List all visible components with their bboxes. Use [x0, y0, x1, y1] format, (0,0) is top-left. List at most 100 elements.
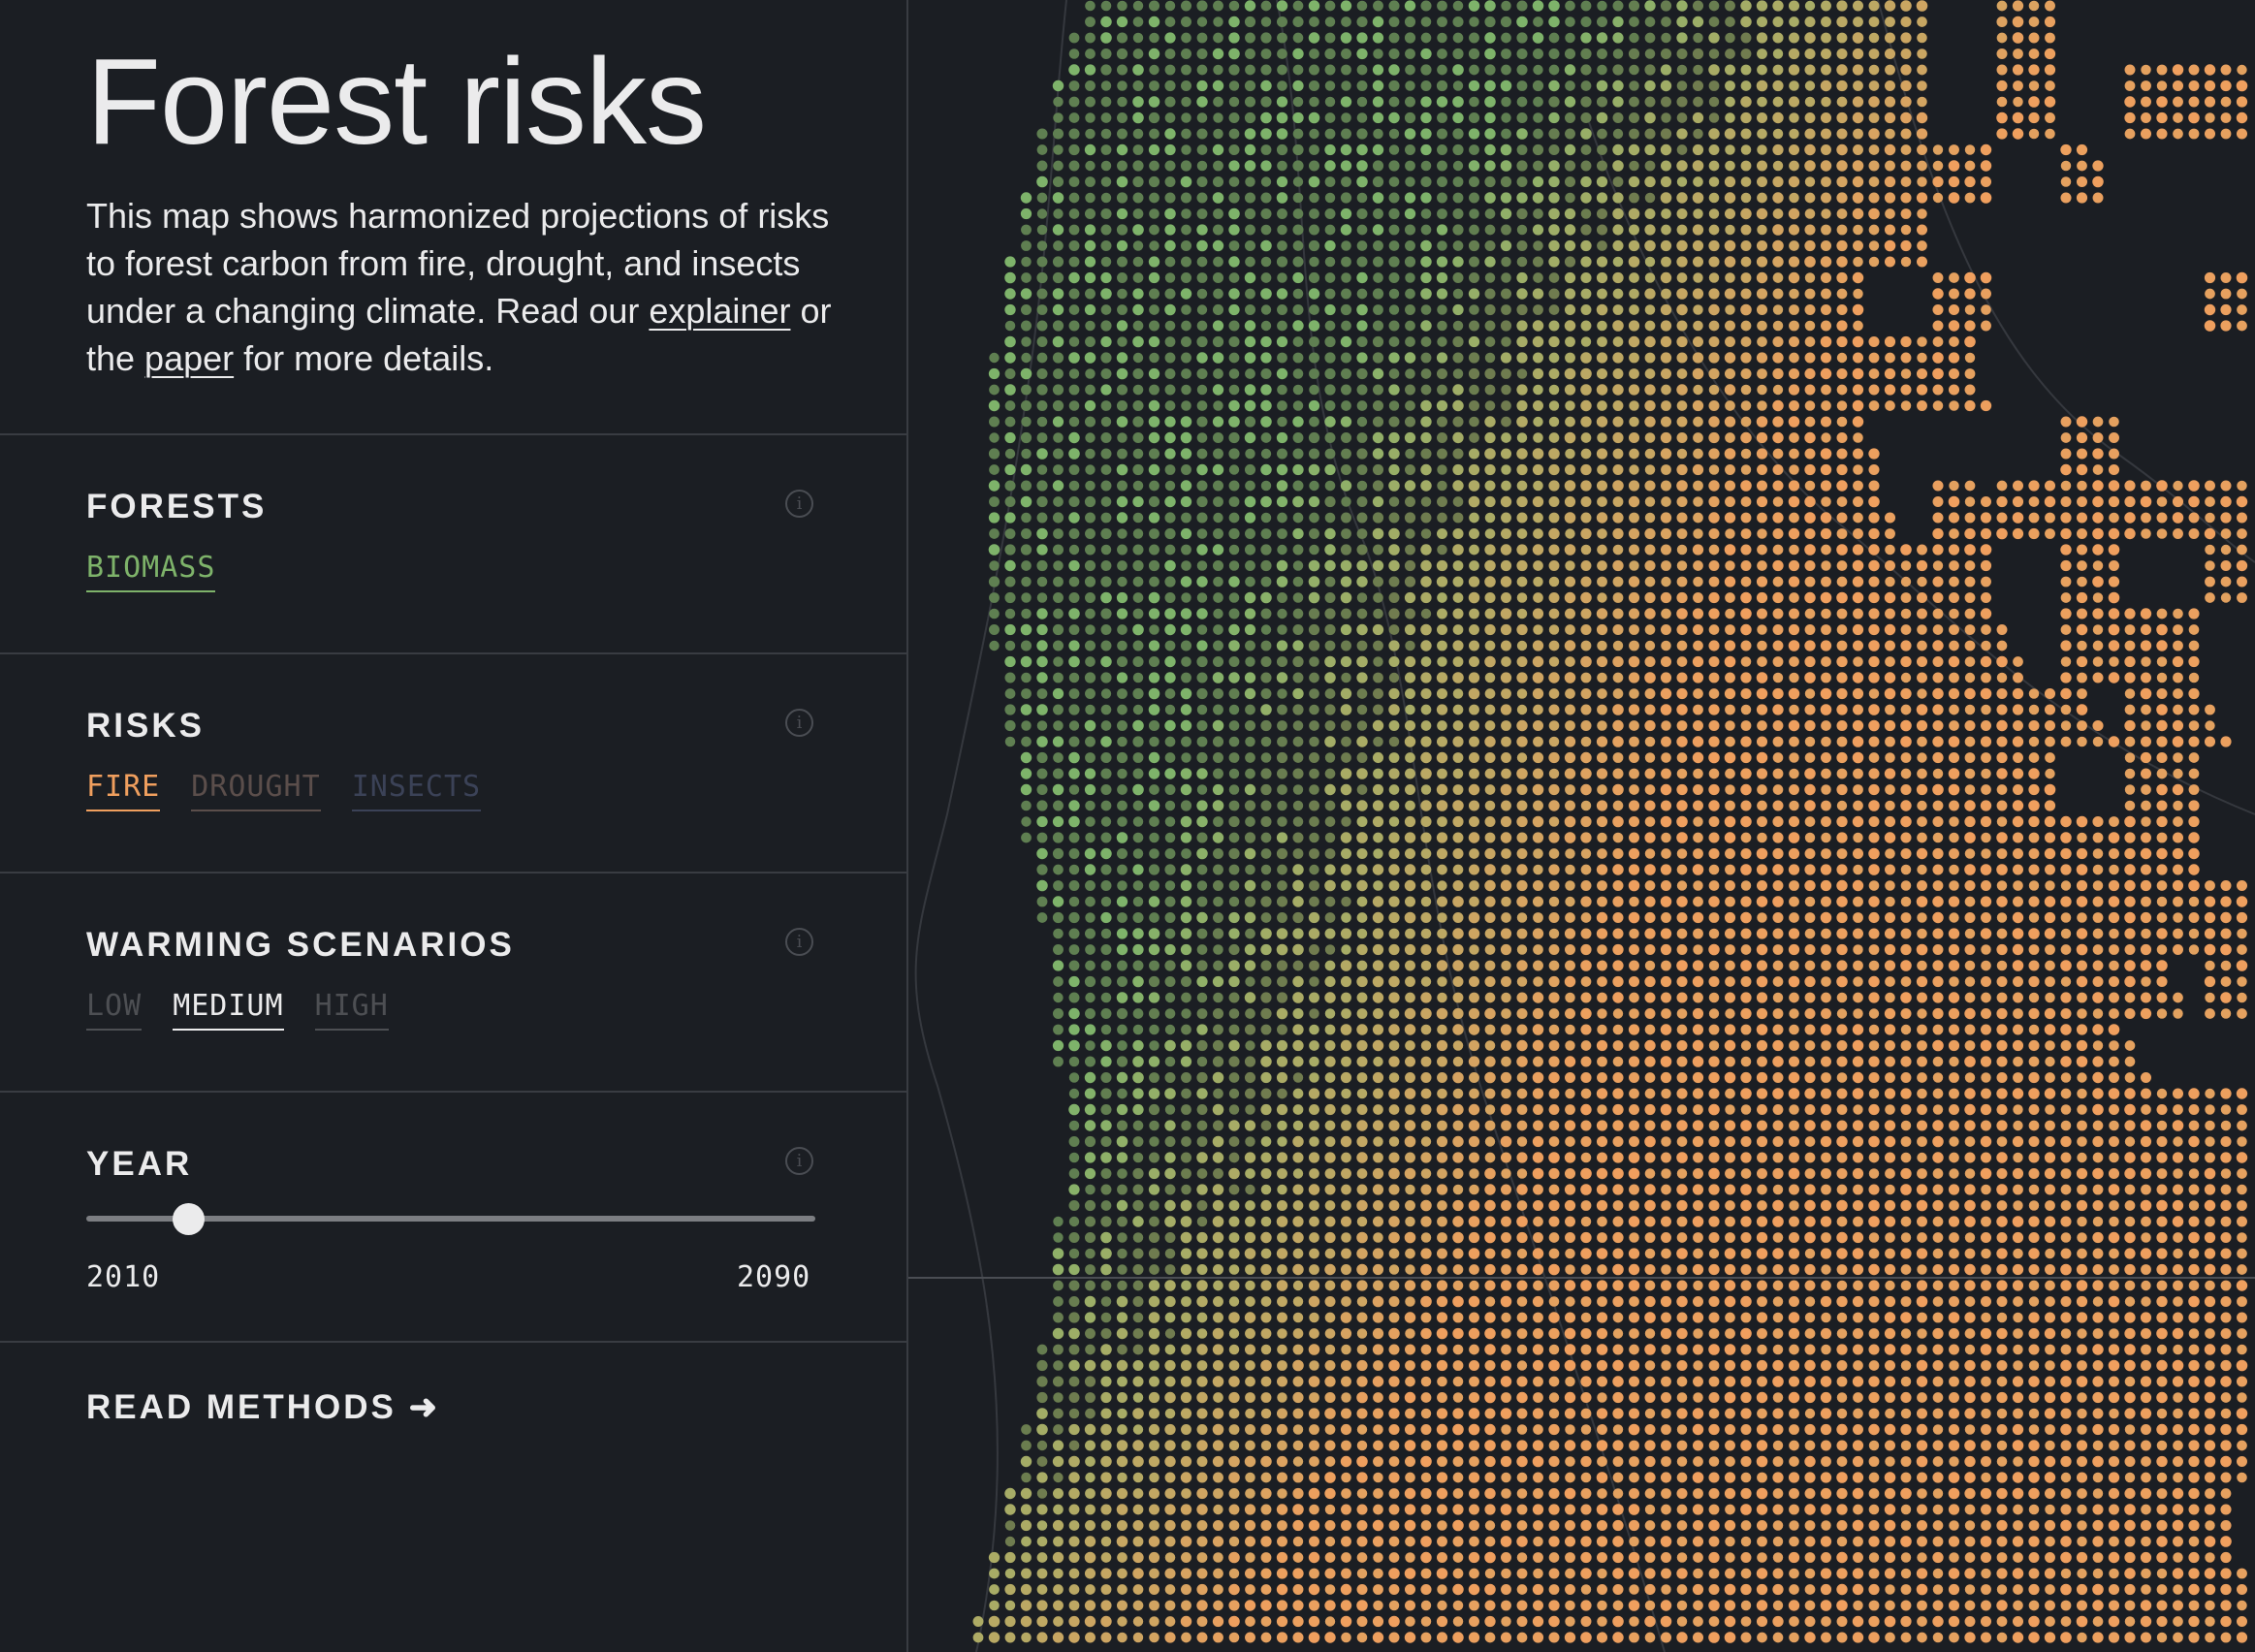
map-dot — [1068, 448, 1080, 460]
map-dot — [2028, 1007, 2040, 1020]
map-dot — [1260, 704, 1272, 715]
map-dot — [1884, 175, 1896, 188]
map-dot — [1164, 207, 1176, 220]
map-dot — [1468, 591, 1480, 604]
map-dot — [1580, 0, 1592, 12]
map-dot — [1500, 559, 1512, 572]
map-dot — [1757, 528, 1767, 539]
map-dot — [1532, 335, 1544, 348]
map-dot — [1501, 752, 1511, 763]
map-dot — [1885, 1056, 1895, 1067]
map-dot — [1628, 879, 1640, 892]
year-info-icon[interactable]: i — [785, 1147, 813, 1175]
map-dot — [1084, 256, 1096, 268]
map-dot — [1532, 288, 1544, 300]
map-dot — [1117, 544, 1128, 556]
option-drought[interactable]: DROUGHT — [191, 770, 321, 811]
map-dot — [1277, 64, 1287, 76]
map-dot — [1885, 752, 1895, 763]
map-dot — [1804, 176, 1816, 187]
map-dot — [1452, 1120, 1464, 1131]
map-dot — [1836, 975, 1848, 988]
map-dot — [1789, 1104, 1799, 1115]
map-dot — [1420, 784, 1432, 795]
map-dot — [1324, 800, 1336, 811]
paper-link[interactable]: paper — [144, 338, 234, 378]
map-dot — [2060, 736, 2072, 747]
map-dot — [1740, 783, 1752, 796]
option-fire[interactable]: FIRE — [86, 770, 161, 811]
map-dot — [1757, 96, 1767, 108]
map-dot — [1996, 832, 2008, 843]
option-low[interactable]: LOW — [86, 989, 143, 1031]
map-dot — [2124, 527, 2136, 540]
map-dot — [1533, 704, 1543, 715]
year-min-label: 2010 — [86, 1260, 161, 1294]
map-dot — [1260, 768, 1272, 779]
map-dot — [1980, 160, 1992, 172]
map-dot — [1964, 320, 1976, 332]
map-dot — [1228, 1088, 1240, 1099]
map-dot — [1148, 751, 1160, 764]
map-dot — [1356, 1072, 1368, 1083]
map-dot — [1804, 655, 1816, 668]
map-dot — [1501, 368, 1511, 379]
map-dot — [1213, 208, 1223, 219]
map-dot — [2028, 1039, 2040, 1052]
map-dot — [1821, 768, 1831, 779]
map-dot — [1484, 528, 1496, 539]
map-dot — [1917, 208, 1927, 219]
map-dot — [2044, 1007, 2056, 1020]
map-dot — [2220, 288, 2232, 300]
map-dot — [1372, 928, 1384, 939]
map-dot — [1196, 1024, 1208, 1035]
map-dot — [1116, 320, 1128, 332]
map-dot — [1676, 160, 1688, 172]
map-dot — [1500, 1039, 1512, 1052]
map-dot — [1804, 48, 1816, 60]
map-dot — [1772, 1088, 1784, 1099]
map-dot — [1980, 399, 1992, 412]
read-methods-link[interactable]: READ METHODS ➜ — [86, 1388, 440, 1427]
map-dot — [1820, 448, 1832, 460]
map-dot — [1324, 207, 1336, 220]
map-dot — [1068, 960, 1080, 971]
map-dot — [1164, 864, 1176, 875]
map-dot — [1452, 303, 1464, 316]
map-dot — [1356, 960, 1368, 971]
option-high[interactable]: HIGH — [314, 989, 389, 1031]
map-dot — [2173, 672, 2183, 683]
map-dot — [1980, 608, 1992, 620]
map-dot — [1309, 736, 1319, 747]
map-dot — [1181, 352, 1191, 364]
map-dot — [1084, 1024, 1096, 1035]
map-dot — [1596, 1135, 1608, 1148]
map-dot — [1772, 32, 1784, 44]
map-dot — [1725, 48, 1735, 59]
map-dot — [1468, 335, 1480, 348]
option-medium[interactable]: MEDIUM — [173, 989, 284, 1031]
map-dot — [1580, 288, 1592, 300]
map-dot — [1388, 384, 1400, 396]
forests-info-icon[interactable]: i — [785, 490, 813, 518]
option-insects[interactable]: INSECTS — [351, 770, 482, 811]
map-dot — [1820, 704, 1832, 715]
map-dot — [1132, 911, 1144, 924]
year-slider-thumb[interactable] — [172, 1203, 205, 1235]
option-biomass[interactable]: BIOMASS — [86, 551, 216, 592]
map-dot — [1853, 960, 1863, 971]
map-dot — [1164, 448, 1176, 460]
map[interactable] — [908, 0, 2255, 1652]
explainer-link[interactable]: explainer — [649, 291, 790, 331]
map-dot — [1516, 224, 1528, 236]
map-dot — [1084, 416, 1096, 428]
map-dot — [1885, 400, 1895, 411]
warming-info-icon[interactable]: i — [785, 928, 813, 956]
map-dot — [2156, 128, 2168, 140]
map-dot — [1164, 1056, 1176, 1067]
risks-info-icon[interactable]: i — [785, 709, 813, 737]
map-dot — [1980, 175, 1992, 188]
map-dot — [1789, 80, 1799, 91]
map-dot — [1036, 672, 1048, 683]
map-dot — [1132, 160, 1144, 172]
